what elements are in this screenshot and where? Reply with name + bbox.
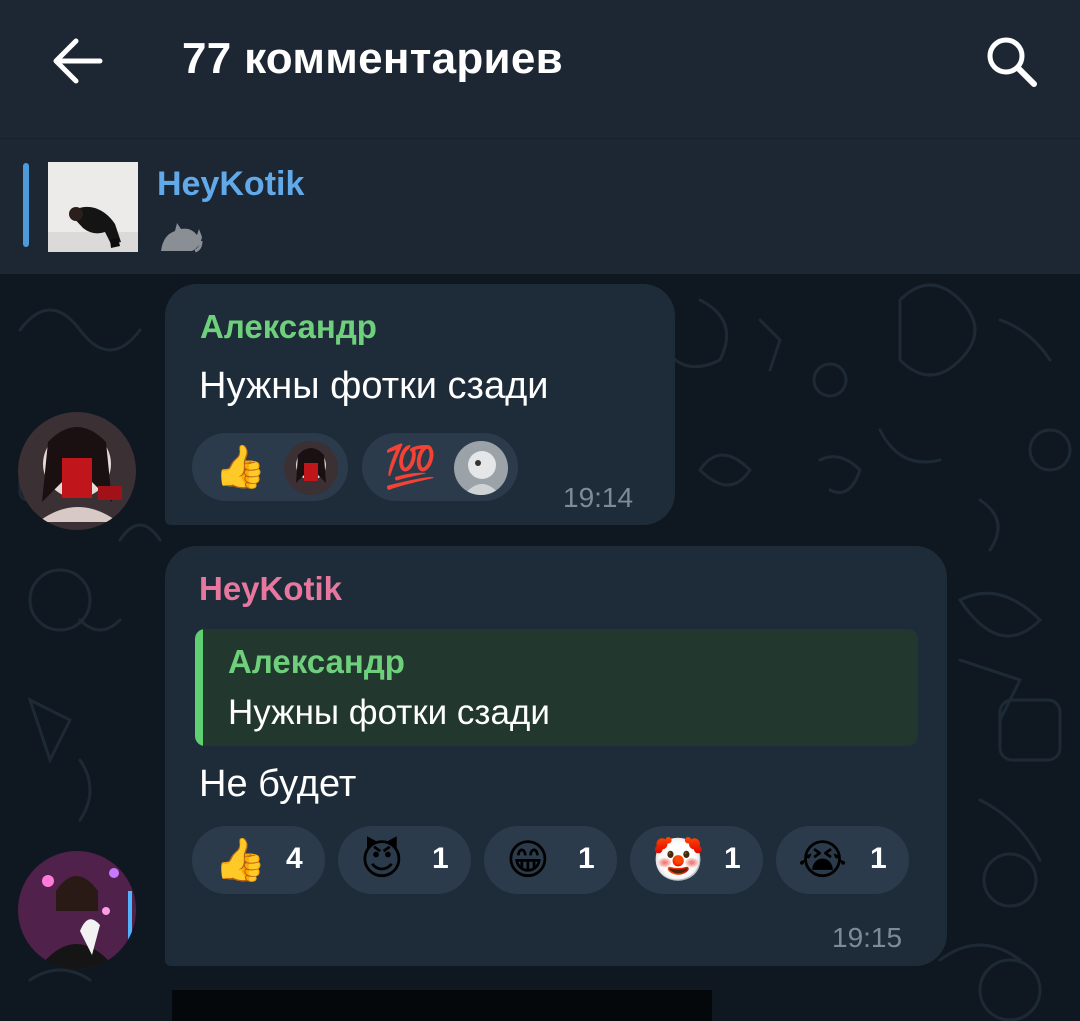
hundred-points-icon: 💯 <box>384 443 437 490</box>
reply-quote[interactable]: Александр Нужны фотки сзади <box>195 629 918 746</box>
clown-face-icon: 🤡 <box>652 836 705 883</box>
thumbs-up-icon: 👍 <box>214 836 267 883</box>
page-title: 77 комментариев <box>182 34 564 83</box>
search-button[interactable] <box>980 30 1042 92</box>
quote-text: Нужны фотки сзади <box>228 693 550 732</box>
reaction-count: 1 <box>578 842 595 875</box>
avatar[interactable] <box>18 851 136 969</box>
avatar[interactable] <box>18 412 136 530</box>
post-thumbnail <box>48 162 138 252</box>
search-icon <box>987 37 1037 87</box>
message-time: 19:15 <box>832 922 903 953</box>
reaction-count: 1 <box>432 842 449 875</box>
reaction-devil[interactable]: 😈 1 <box>338 826 471 894</box>
reactor-avatar <box>284 441 338 495</box>
reaction-count: 4 <box>286 842 303 875</box>
quote-author: Александр <box>228 643 405 680</box>
reaction-thumbs-up[interactable]: 👍 4 <box>192 826 325 894</box>
message-text: Не будет <box>199 763 357 805</box>
grinning-face-icon: 😁 <box>506 836 550 883</box>
quote-accent-bar <box>195 629 203 746</box>
reaction-crying[interactable]: 😭 1 <box>776 826 909 894</box>
message-author: HeyKotik <box>199 570 343 607</box>
message-bubble[interactable] <box>165 546 947 966</box>
reaction-thumbs-up[interactable]: 👍 <box>192 433 348 501</box>
message-author: Александр <box>200 308 377 345</box>
back-button[interactable] <box>48 33 108 89</box>
reaction-count: 1 <box>870 842 887 875</box>
reaction-clown[interactable]: 🤡 1 <box>630 826 763 894</box>
reaction-hundred[interactable]: 💯 <box>362 433 518 501</box>
post-author: HeyKotik <box>157 165 305 203</box>
top-bar: 77 комментариев <box>0 0 1080 138</box>
cat-icon <box>161 223 203 253</box>
preview-accent-bar <box>23 163 29 247</box>
reaction-count: 1 <box>724 842 741 875</box>
arrow-left-icon <box>53 38 103 84</box>
message-time: 19:14 <box>563 482 634 513</box>
loudly-crying-icon: 😭 <box>798 836 848 883</box>
thumbs-up-icon: 👍 <box>214 443 267 490</box>
next-message-media[interactable] <box>172 990 712 1021</box>
reactor-avatar <box>454 441 508 495</box>
message-text: Нужны фотки сзади <box>199 365 549 407</box>
original-post-preview[interactable]: HeyKotik <box>0 138 1080 274</box>
reaction-grin[interactable]: 😁 1 <box>484 826 617 894</box>
smiling-devil-icon: 😈 <box>360 836 404 883</box>
